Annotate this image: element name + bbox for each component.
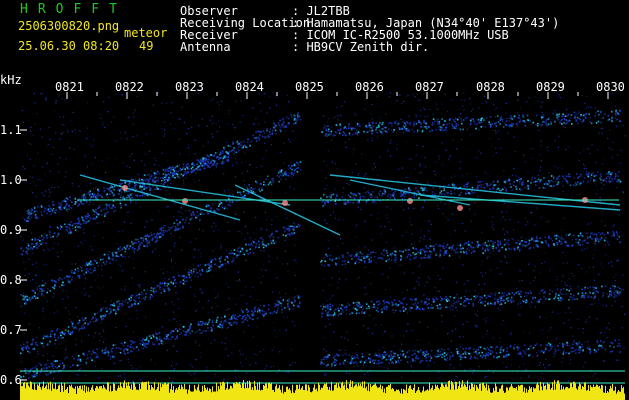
reference-lines [20,199,625,384]
time-tick-label: 0822 [115,80,144,94]
meteor-traces [20,109,622,381]
time-tick-label: 0824 [235,80,264,94]
time-tick-label: 0830 [596,80,625,94]
spectrogram [20,92,627,400]
y-unit-label: kHz [0,73,22,87]
time-tick-label: 0829 [536,80,565,94]
time-tick-label: 0828 [476,80,505,94]
freq-tick-label: 0.6 [0,373,22,387]
freq-tick-label: 0.7 [0,323,22,337]
time-tick-label: 0823 [175,80,204,94]
time-tick-label: 0827 [415,80,444,94]
freq-tick-label: 1.1 [0,123,22,137]
tick-marks [20,92,609,381]
time-tick-label: 0826 [355,80,384,94]
freq-tick-label: 0.8 [0,273,22,287]
time-tick-label: 0825 [295,80,324,94]
freq-tick-label: 1.0 [0,173,22,187]
freq-tick-label: 0.9 [0,223,22,237]
noise-floor [20,92,627,384]
time-tick-label: 0821 [55,80,84,94]
